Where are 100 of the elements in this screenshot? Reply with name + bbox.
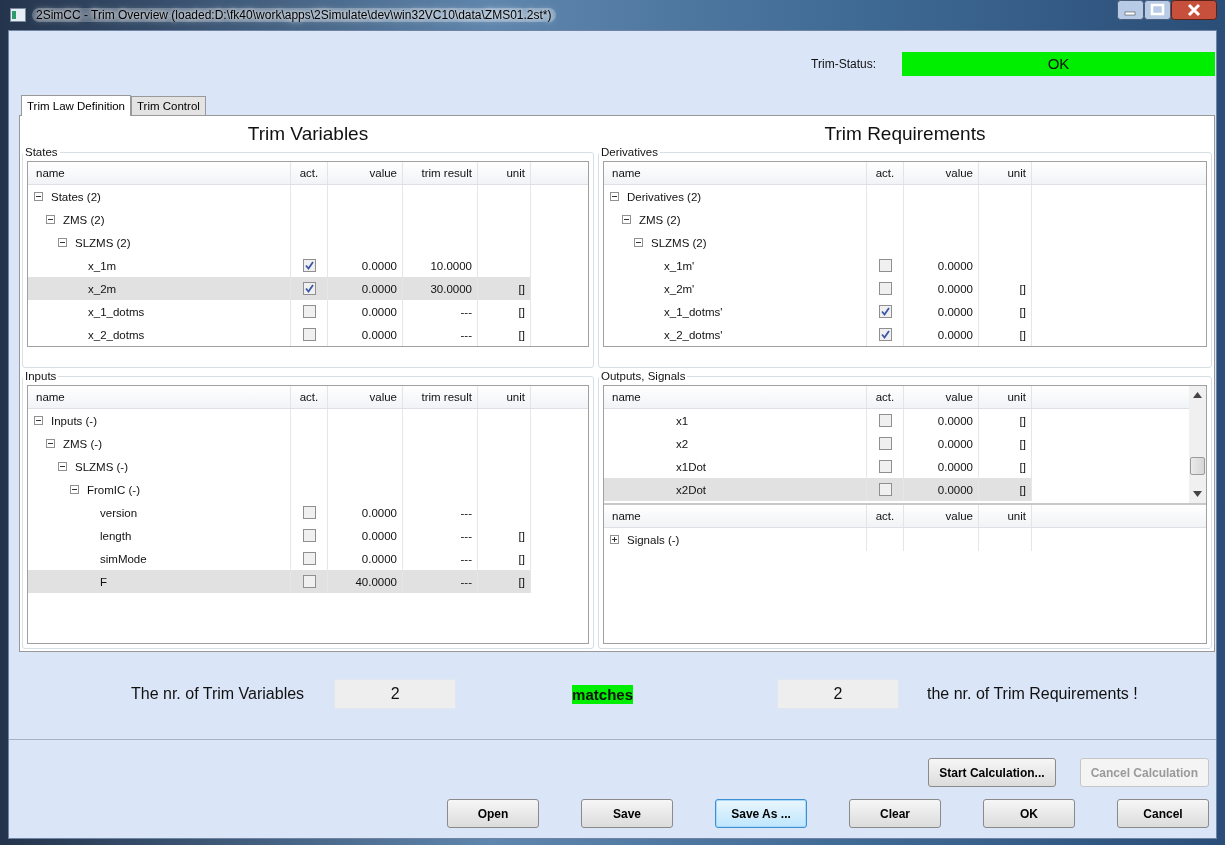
tree-row[interactable]: x_1_dotms' 0.0000 [] (604, 300, 1206, 323)
column-header[interactable]: value (328, 162, 403, 184)
tree-row[interactable]: ZMS (2) (604, 208, 1206, 231)
table-cell: 0.0000 (937, 437, 973, 450)
column-header[interactable]: unit (979, 386, 1032, 408)
checkbox[interactable] (302, 305, 316, 318)
column-header[interactable]: name (604, 162, 867, 184)
tree-row[interactable]: Signals (-) (604, 528, 1206, 551)
tree-row[interactable]: x2 0.0000 [] (604, 432, 1189, 455)
table-cell: 0.0000 (937, 305, 973, 318)
tree-row[interactable]: x_1_dotms 0.0000 --- [] (28, 300, 588, 323)
tree-row[interactable]: version 0.0000 --- (28, 501, 588, 524)
tree-row[interactable]: SLZMS (-) (28, 455, 588, 478)
checkbox[interactable] (302, 506, 316, 519)
tree-row[interactable]: x_2m 0.0000 30.0000 [] (28, 277, 588, 300)
column-header[interactable]: name (28, 386, 291, 408)
column-header[interactable]: name (604, 386, 867, 408)
expander-icon[interactable] (610, 535, 619, 544)
column-header[interactable]: unit (478, 162, 531, 184)
tree-row[interactable]: x1 0.0000 [] (604, 409, 1189, 432)
dialog-button[interactable]: Clear (849, 799, 941, 828)
checkbox[interactable] (878, 483, 892, 496)
column-header[interactable]: unit (478, 386, 531, 408)
checkbox[interactable] (302, 328, 316, 341)
checkbox[interactable] (302, 282, 316, 295)
expander-icon[interactable] (622, 215, 631, 224)
checkbox[interactable] (302, 529, 316, 542)
expander-icon[interactable] (70, 485, 79, 494)
minimize-button[interactable] (1117, 0, 1144, 20)
tree-row[interactable]: Inputs (-) (28, 409, 588, 432)
close-button[interactable] (1171, 0, 1217, 20)
tree-row[interactable]: x_2_dotms 0.0000 --- [] (28, 323, 588, 346)
expander-icon[interactable] (634, 238, 643, 247)
tree-row[interactable]: ZMS (2) (28, 208, 588, 231)
expander-icon[interactable] (34, 192, 43, 201)
tree-row[interactable]: ZMS (-) (28, 432, 588, 455)
checkbox[interactable] (878, 282, 892, 295)
tab[interactable]: Trim Law Definition (21, 95, 131, 116)
expander-icon[interactable] (58, 238, 67, 247)
expander-icon[interactable] (58, 462, 67, 471)
section-heading: Trim Variables (246, 122, 370, 146)
tree-row[interactable]: FromIC (-) (28, 478, 588, 501)
expander-icon[interactable] (46, 439, 55, 448)
tab[interactable]: Trim Control (131, 96, 206, 115)
dialog-button[interactable]: Save (581, 799, 673, 828)
column-header[interactable]: name (28, 162, 291, 184)
scroll-up-icon[interactable] (1193, 392, 1202, 398)
tree-row[interactable]: x_2_dotms' 0.0000 [] (604, 323, 1206, 346)
checkbox[interactable] (878, 328, 892, 341)
checkbox[interactable] (878, 460, 892, 473)
dialog-button[interactable]: Cancel (1117, 799, 1209, 828)
scroll-down-icon[interactable] (1193, 491, 1202, 497)
tree-row[interactable]: x_2m' 0.0000 [] (604, 277, 1206, 300)
column-header[interactable]: unit (979, 505, 1032, 527)
calculation-button[interactable]: Start Calculation... (928, 758, 1056, 787)
table-cell: 0.0000 (361, 328, 397, 341)
column-header[interactable]: name (604, 505, 867, 527)
tree-row[interactable]: SLZMS (2) (604, 231, 1206, 254)
column-header[interactable]: unit (979, 162, 1032, 184)
dialog-button[interactable]: Save As ... (715, 799, 807, 828)
column-header[interactable]: act. (291, 386, 328, 408)
tree-row[interactable]: F 40.0000 --- [] (28, 570, 588, 593)
column-header[interactable]: value (904, 386, 979, 408)
column-header[interactable]: value (904, 505, 979, 527)
expander-icon[interactable] (46, 215, 55, 224)
column-header[interactable]: act. (867, 162, 904, 184)
trim-status-indicator: OK (902, 52, 1215, 76)
checkbox[interactable] (302, 259, 316, 272)
dialog-button[interactable]: Open (447, 799, 539, 828)
scrollbar[interactable] (1189, 386, 1206, 503)
table-cell: 30.0000 (430, 282, 472, 295)
tree-row[interactable]: SLZMS (2) (28, 231, 588, 254)
table-cell: 10.0000 (430, 259, 472, 272)
checkbox[interactable] (878, 414, 892, 427)
checkbox[interactable] (878, 437, 892, 450)
column-header[interactable]: value (328, 386, 403, 408)
tree-label: x_2_dotms (88, 328, 145, 341)
table-cell: [] (1019, 460, 1026, 473)
tree-row[interactable]: States (2) (28, 185, 588, 208)
tree-row[interactable]: Derivatives (2) (604, 185, 1206, 208)
table-cell: --- (460, 305, 472, 318)
column-header[interactable]: trim result (403, 386, 478, 408)
tree-row[interactable]: x_1m' 0.0000 (604, 254, 1206, 277)
scroll-thumb[interactable] (1190, 456, 1205, 475)
checkbox[interactable] (302, 552, 316, 565)
column-header[interactable]: trim result (403, 162, 478, 184)
column-header[interactable]: act. (291, 162, 328, 184)
checkbox[interactable] (302, 575, 316, 588)
checkbox[interactable] (878, 305, 892, 318)
expander-icon[interactable] (34, 416, 43, 425)
expander-icon[interactable] (610, 192, 619, 201)
maximize-button[interactable] (1144, 0, 1171, 20)
column-header[interactable]: act. (867, 505, 904, 527)
tree-label: x2 (676, 437, 689, 450)
dialog-button[interactable]: OK (983, 799, 1075, 828)
column-header[interactable]: value (904, 162, 979, 184)
column-header[interactable]: act. (867, 386, 904, 408)
tree-row[interactable]: x2Dot 0.0000 [] (604, 478, 1189, 501)
checkbox[interactable] (878, 259, 892, 272)
tree-row[interactable]: length 0.0000 --- [] (28, 524, 588, 547)
